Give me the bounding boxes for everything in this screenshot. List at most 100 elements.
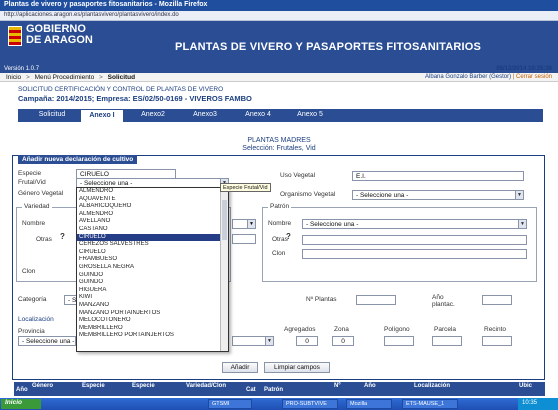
variedad-clon-label: Clon	[22, 268, 36, 275]
version-label: Versión 1.0.7	[0, 66, 558, 73]
dropdown-scrollbar[interactable]	[220, 188, 228, 351]
nplantas-field[interactable]	[356, 295, 396, 305]
logout-link[interactable]: Cerrar sesión	[516, 74, 552, 80]
section-subtitle: Selección: Frutales, Vid	[242, 145, 316, 152]
dropdown-option[interactable]: MEMBRILLERO	[77, 325, 228, 333]
origen-select[interactable]: - Seleccione una - ▼	[352, 190, 524, 200]
application-title: PLANTAS DE VIVERO Y PASAPORTES FITOSANIT…	[175, 41, 482, 53]
dropdown-option[interactable]: CIRUELO	[77, 249, 228, 257]
variedad-otras-label: Otras	[36, 236, 52, 243]
ano-field[interactable]	[482, 295, 512, 305]
declarations-table-header: Año Género Especie Especie Variedad/Clon…	[14, 382, 545, 396]
current-date: 05/12/2014 10:35:36	[496, 66, 552, 72]
provincia-label: Provincia	[18, 328, 45, 335]
dropdown-option[interactable]: GROSELLA NEGRA	[77, 264, 228, 272]
dropdown-option[interactable]: MANZANO PORTAINJERTOS	[77, 310, 228, 318]
taskbar-item-gtsmi[interactable]: GTSMI	[208, 399, 252, 409]
patron-nombre-select[interactable]: - Seleccione una - ▼	[302, 219, 527, 229]
municipio-select-tail[interactable]: ▼	[232, 336, 274, 346]
parcela-field[interactable]	[432, 336, 462, 346]
add-button[interactable]: Añadir	[222, 362, 258, 373]
logo-line2: DE ARAGON	[26, 34, 93, 46]
taskbar-item-pro[interactable]: PRO-SUBTVIVE	[282, 399, 338, 409]
poligono-field[interactable]	[384, 336, 414, 346]
dropdown-option[interactable]: CIRUELO	[77, 233, 228, 242]
patron-clon-field[interactable]	[302, 249, 527, 259]
breadcrumb-solicitud: Solicitud	[107, 74, 136, 81]
clear-fields-button[interactable]: Limpiar campos	[264, 362, 330, 373]
campaign-info: Campaña: 2014/2015; Empresa: ES/02/50-01…	[18, 94, 252, 103]
user-name: Albana Gonzalo Barber (Gestor)	[425, 74, 512, 80]
variedad-otras-field-tail[interactable]	[232, 234, 256, 244]
dropdown-option[interactable]: MELOCOTONERO	[77, 317, 228, 325]
help-icon[interactable]: ?	[286, 232, 291, 241]
frutal-select-value: - Seleccione una -	[80, 180, 133, 187]
system-clock: 10:35	[518, 398, 558, 410]
chevron-down-icon[interactable]: ▼	[515, 191, 523, 199]
dropdown-option[interactable]: ALMENDRO	[77, 211, 228, 219]
patron-nombre-label: Nombre	[268, 220, 292, 227]
dropdown-option[interactable]: HIGUERA	[77, 287, 228, 295]
breadcrumb-menu[interactable]: Menú Procedimiento	[35, 74, 95, 81]
col-ubicacion: Ubic	[519, 383, 533, 389]
col-patron: Patrón	[264, 387, 284, 393]
breadcrumb-inicio[interactable]: Inicio	[6, 74, 21, 81]
col-ano: Año	[16, 387, 28, 393]
agregados-field[interactable]: 0	[296, 336, 318, 346]
dropdown-option[interactable]: AQUAVENTE	[77, 196, 228, 204]
dropdown-option[interactable]: GUINDO	[77, 279, 228, 287]
categoria-label: Categoría	[18, 296, 47, 303]
dropdown-option[interactable]: CEREZOS SALVESTRES	[77, 241, 228, 249]
aragon-shield-icon	[8, 26, 22, 46]
dropdown-option[interactable]: AVELLANO	[77, 218, 228, 226]
variedad-nombre-select-tail[interactable]: ▼	[232, 219, 256, 229]
frutal-label: Frutal/Vid	[18, 179, 46, 186]
especie-dropdown-list[interactable]: ALMENDRO AQUAVENTE ALBARICOQUERO ALMENDRO AV…	[76, 187, 229, 352]
dropdown-option[interactable]: GUINDO	[77, 272, 228, 280]
origen-select-value: - Seleccione una -	[356, 192, 409, 199]
tab-bar: Solicitud Anexo I Anexo2 Anexo3 Anexo 4 …	[18, 109, 543, 122]
origen-label: Organismo Vegetal	[280, 191, 336, 198]
dropdown-option[interactable]: FRAMBUESO	[77, 256, 228, 264]
tab-anexo-3[interactable]: Anexo3	[186, 109, 224, 122]
poligono-label: Polígono	[384, 326, 410, 333]
form-legend: Añadir nueva declaración de cultivo	[18, 155, 138, 164]
especie-tooltip: Especie Frutal/Vid	[220, 183, 271, 192]
variedad-group-title: Variedad	[22, 203, 52, 210]
taskbar-item-mozilla[interactable]: Mozilla	[346, 399, 392, 409]
window-title-bar: Plantas de vivero y pasaportes fitosanit…	[0, 0, 558, 11]
col-numero: Nº	[334, 383, 341, 389]
chevron-down-icon[interactable]: ▼	[265, 337, 273, 345]
tab-anexo-4[interactable]: Anexo 4	[238, 109, 278, 122]
start-button[interactable]: Inicio	[1, 399, 41, 409]
patron-clon-label: Clon	[272, 250, 286, 257]
dropdown-option[interactable]: CASTAÑO	[77, 226, 228, 234]
scrollbar-thumb[interactable]	[222, 200, 227, 240]
especie-label: Especie	[18, 170, 42, 177]
dropdown-option[interactable]: MANZANO	[77, 302, 228, 310]
dropdown-option[interactable]: ALMENDRO	[77, 188, 228, 196]
dropdown-option[interactable]: KIWI	[77, 294, 228, 302]
zona-label: Zona	[334, 326, 349, 333]
dropdown-option[interactable]: ALBARICOQUERO	[77, 203, 228, 211]
provincia-select[interactable]: - Seleccione una -	[18, 336, 76, 346]
help-icon[interactable]: ?	[60, 232, 65, 241]
patron-nombre-value: - Seleccione una -	[306, 221, 359, 228]
recinto-field[interactable]	[482, 336, 512, 346]
agregados-label: Agregados	[284, 326, 316, 333]
patron-otras-field[interactable]	[302, 235, 527, 245]
tab-anexo-5[interactable]: Anexo 5	[290, 109, 330, 122]
tab-anexo-2[interactable]: Anexo2	[134, 109, 172, 122]
parcela-label: Parcela	[434, 326, 457, 333]
zona-field[interactable]: 0	[332, 336, 354, 346]
uso-field[interactable]: E.I.	[352, 171, 524, 181]
col-especie: Especie	[82, 383, 105, 389]
col-variedad: Variedad/Clon	[186, 383, 227, 389]
address-bar[interactable]: http://aplicaciones.aragon.es/plantasviv…	[0, 11, 558, 21]
tab-anexo-1[interactable]: Anexo I	[80, 109, 124, 122]
dropdown-option[interactable]: MEMBRILLERO PORTAINJERTOS	[77, 332, 228, 340]
tab-solicitud[interactable]: Solicitud	[32, 109, 72, 122]
chevron-down-icon[interactable]: ▼	[247, 220, 255, 228]
taskbar-item-ets[interactable]: ETS-MAUSE_1	[402, 399, 458, 409]
chevron-down-icon[interactable]: ▼	[518, 220, 526, 228]
